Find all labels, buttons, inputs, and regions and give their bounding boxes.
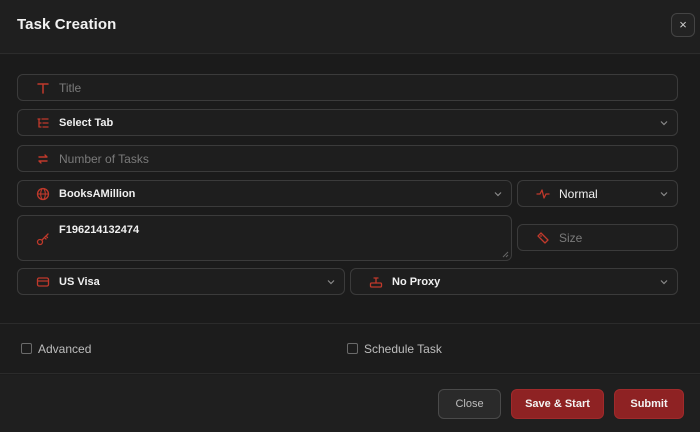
dialog-header: Task Creation ×: [0, 0, 700, 54]
title-input[interactable]: Title: [17, 74, 678, 101]
tag-icon: [536, 231, 550, 245]
chevron-down-icon: [493, 189, 503, 199]
size-placeholder: Size: [559, 231, 583, 245]
mode-select[interactable]: Normal: [517, 180, 678, 207]
payment-select[interactable]: US Visa: [17, 268, 345, 295]
schedule-task-checkbox[interactable]: [347, 343, 358, 354]
task-count-placeholder: Number of Tasks: [59, 152, 149, 166]
dialog-title: Task Creation: [17, 16, 117, 33]
proxy-select[interactable]: No Proxy: [350, 268, 678, 295]
router-icon: [369, 275, 383, 289]
chevron-down-icon: [659, 277, 669, 287]
card-icon: [36, 275, 50, 289]
text-icon: [36, 81, 50, 95]
chevron-down-icon: [659, 189, 669, 199]
key-textarea[interactable]: F196214132474: [17, 215, 512, 261]
dialog-close-icon[interactable]: ×: [671, 13, 695, 37]
key-value: F196214132474: [59, 224, 140, 236]
pulse-icon: [536, 187, 550, 201]
advanced-label: Advanced: [38, 342, 92, 356]
close-button[interactable]: Close: [438, 389, 501, 419]
repeat-icon: [36, 152, 50, 166]
chevron-down-icon: [659, 118, 669, 128]
title-placeholder: Title: [59, 81, 82, 95]
options-row: Advanced Schedule Task: [0, 324, 700, 374]
dialog-footer: Close Save & Start Submit: [0, 375, 700, 432]
task-count-input[interactable]: Number of Tasks: [17, 145, 678, 172]
site-select[interactable]: BooksAMillion: [17, 180, 512, 207]
tab-select-value: Select Tab: [59, 117, 114, 129]
size-input[interactable]: Size: [517, 224, 678, 251]
save-and-start-button[interactable]: Save & Start: [511, 389, 604, 419]
list-icon: [36, 116, 50, 130]
proxy-select-value: No Proxy: [392, 276, 441, 288]
mode-select-value: Normal: [559, 187, 598, 201]
chevron-down-icon: [326, 277, 336, 287]
schedule-task-label: Schedule Task: [364, 342, 442, 356]
key-icon: [36, 232, 50, 246]
tab-select[interactable]: Select Tab: [17, 109, 678, 136]
globe-icon: [36, 187, 50, 201]
resize-handle-icon[interactable]: [502, 251, 509, 258]
site-select-value: BooksAMillion: [59, 188, 136, 200]
submit-button[interactable]: Submit: [614, 389, 684, 419]
advanced-checkbox[interactable]: [21, 343, 32, 354]
payment-select-value: US Visa: [59, 276, 100, 288]
